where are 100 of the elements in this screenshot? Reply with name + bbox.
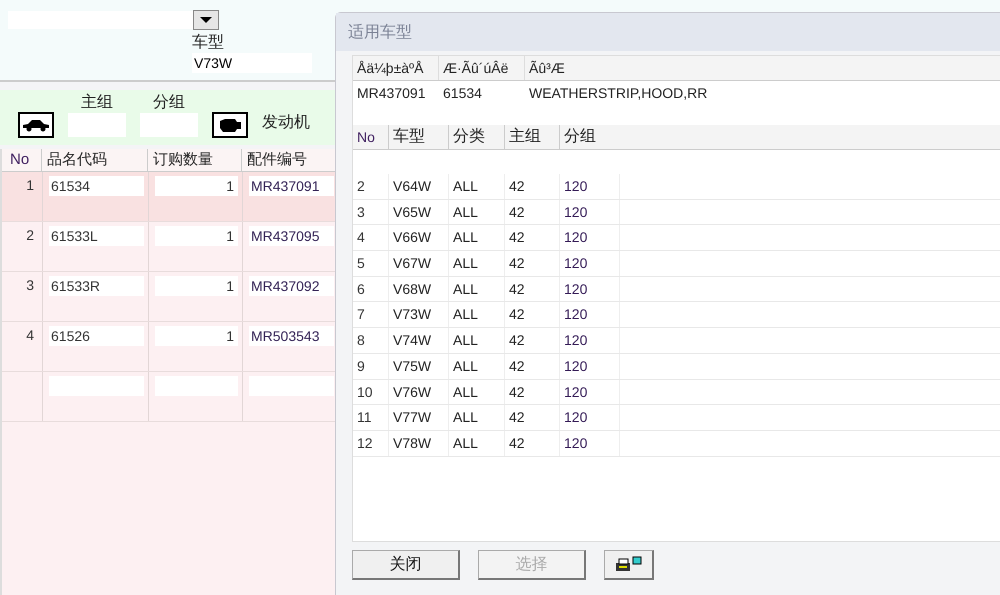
table-cell: MR437091 <box>249 176 334 196</box>
table-cell: ALL <box>449 174 505 199</box>
table-cell: 1 <box>155 276 238 296</box>
column-header: Æ·Ãû´úÂë <box>439 56 525 80</box>
table-cell: ALL <box>449 328 505 353</box>
table-cell: 9 <box>353 354 389 378</box>
table-cell: ALL <box>449 405 505 430</box>
table-cell: V67W <box>389 251 449 276</box>
main-group-label: 主组 <box>81 92 113 113</box>
table-cell: 61533R <box>49 276 144 296</box>
table-cell: 61526 <box>49 326 144 346</box>
table-cell: V77W <box>389 405 449 430</box>
table-cell: V66W <box>389 225 449 250</box>
table-cell: 120 <box>560 302 620 328</box>
table-cell: 61533L <box>49 226 144 246</box>
table-cell: ALL <box>449 430 505 456</box>
table-cell: 120 <box>560 200 620 224</box>
table-cell: ALL <box>449 302 505 328</box>
table-row[interactable]: 1 61534 1 MR437091 <box>2 172 338 222</box>
table-cell: V73W <box>389 302 449 328</box>
table-cell: 1 <box>155 176 238 196</box>
table-cell-text: 61534 <box>442 85 483 103</box>
table-cell-text: 3 <box>25 276 35 295</box>
table-cell: 42 <box>505 174 560 199</box>
engine-icon[interactable] <box>212 112 248 138</box>
table-cell: 10 <box>353 380 389 404</box>
table-cell: 6 <box>353 276 389 302</box>
table-cell: 120 <box>560 328 620 353</box>
vehicle-type-label: 车型 <box>192 32 225 53</box>
sub-group-label: 分组 <box>153 93 185 113</box>
table-cell: 11 <box>353 405 389 430</box>
table-cell: 61534 <box>49 176 144 196</box>
table-cell: 1 <box>155 326 238 346</box>
table-cell: 120 <box>560 225 620 250</box>
column-header: 配件编号 <box>246 150 308 170</box>
table-row[interactable]: 4 61526 1 MR503543 <box>2 322 338 372</box>
dialog-title: 适用车型 <box>348 22 412 42</box>
table-cell: 42 <box>505 430 560 456</box>
table-cell: 3 <box>353 200 389 224</box>
table-cell: V78W <box>389 430 449 456</box>
table-cell: 120 <box>560 276 620 302</box>
column-header: Ãû³Æ <box>528 59 566 78</box>
table-cell: 42 <box>505 405 560 430</box>
table-row[interactable]: 2 61533L 1 MR437095 <box>2 222 338 272</box>
engine-label: 发动机 <box>262 113 310 133</box>
table-cell: 4 <box>353 225 389 250</box>
table-cell: ALL <box>449 251 505 276</box>
table-cell: ALL <box>449 225 505 250</box>
table-cell: 5 <box>353 251 389 276</box>
table-cell: 1 <box>155 226 238 246</box>
dialog-button[interactable]: 关闭 <box>352 550 460 580</box>
table-cell: 120 <box>560 380 620 404</box>
table-cell: ALL <box>449 200 505 224</box>
table-cell: V75W <box>389 354 449 378</box>
table-cell: 8 <box>353 328 389 353</box>
table-cell-text: MR437091 <box>356 85 426 103</box>
table-cell-text: 4 <box>25 326 35 345</box>
table-cell: 42 <box>505 354 560 378</box>
dropdown-field[interactable] <box>8 11 193 29</box>
dropdown-button[interactable] <box>193 10 219 30</box>
column-header: 主组 <box>505 125 560 149</box>
column-header: 品名代码 <box>42 149 148 171</box>
table-cell: ALL <box>449 354 505 378</box>
table-cell: V65W <box>389 200 449 224</box>
column-header: 订购数量 <box>148 149 242 171</box>
table-cell: V74W <box>389 328 449 353</box>
column-header: No <box>2 149 42 171</box>
table-cell: 42 <box>505 380 560 404</box>
table-cell: 120 <box>560 251 620 276</box>
table-cell: 120 <box>560 174 620 199</box>
table-cell: 42 <box>505 251 560 276</box>
column-header: 分组 <box>563 127 597 147</box>
table-cell: MR437092 <box>249 276 334 296</box>
table-cell-text: 2 <box>25 226 35 245</box>
table-cell: 42 <box>505 225 560 250</box>
table-cell: V64W <box>389 174 449 199</box>
table-cell: 120 <box>560 430 620 456</box>
column-header: No <box>353 125 389 149</box>
table-cell-text: 1 <box>25 176 35 195</box>
column-header: Åä¼þ±àºÅ <box>353 56 439 80</box>
car-icon[interactable] <box>18 112 54 138</box>
table-cell: V68W <box>389 276 449 302</box>
table-row[interactable]: 3 61533R 1 MR437092 <box>2 272 338 322</box>
column-header: 车型 <box>389 125 449 149</box>
table-cell: ALL <box>449 276 505 302</box>
table-cell: MR503543 <box>249 326 334 346</box>
column-header: 分类 <box>449 125 505 149</box>
table-cell: V76W <box>389 380 449 404</box>
table-cell: 12 <box>353 430 389 456</box>
table-cell: 7 <box>353 302 389 328</box>
table-cell-text: WEATHERSTRIP,HOOD,RR <box>528 85 708 103</box>
table-cell: 120 <box>560 405 620 430</box>
table-cell: 42 <box>505 276 560 302</box>
table-cell: 42 <box>505 302 560 328</box>
table-cell: 120 <box>560 354 620 378</box>
print-button[interactable] <box>604 550 654 580</box>
table-cell: 42 <box>505 328 560 353</box>
table-cell: 42 <box>505 200 560 224</box>
table-cell: ALL <box>449 380 505 404</box>
vehicle-type-field[interactable]: V73W <box>192 53 312 73</box>
